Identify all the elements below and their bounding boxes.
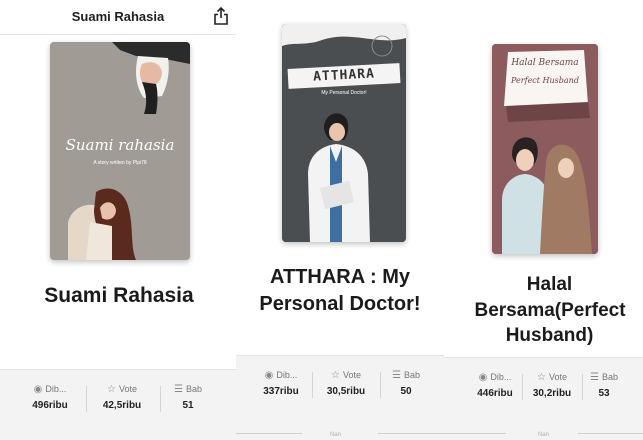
votes-value: 30,5ribu	[326, 386, 366, 397]
chapters-value: 51	[182, 400, 194, 411]
book-cover-3[interactable]: Halal Bersama Perfect Husband	[492, 44, 598, 254]
cover-title: Halal Bersama	[511, 58, 579, 68]
reads-value: 446ribu	[477, 388, 513, 399]
reads-value: 496ribu	[32, 400, 68, 411]
reads-value: 337ribu	[263, 386, 299, 397]
divider	[522, 374, 523, 400]
book-title-3[interactable]: Halal Bersama(Perfect Husband)	[444, 272, 643, 349]
book-panel-1: Suami Rahasia Suami rahasia A story writ…	[0, 0, 236, 440]
bottom-hint: Nan	[330, 432, 342, 438]
stat-reads-3: ◉ Dib... 446ribu	[472, 372, 518, 399]
book-title-2[interactable]: ATTHARA : My Personal Doctor!	[236, 264, 444, 318]
reads-label: Dib...	[45, 384, 67, 394]
top-bar: Suami Rahasia	[0, 0, 236, 35]
votes-label: Vote	[118, 384, 137, 394]
cover-subtitle: A story written by Plpi78	[93, 160, 147, 166]
cover-title: Suami rahasia	[65, 136, 175, 154]
chapters-value: 53	[598, 388, 610, 399]
star-icon: ☆	[331, 370, 340, 381]
stats-bar-2: ◉ Dib... 337ribu ☆ Vote 30,5ribu ☰ Bab 50 N…	[236, 355, 444, 440]
chapters-label: Bab	[601, 372, 618, 382]
stat-chapters-2: ☰ Bab 50	[382, 370, 430, 397]
book-cover-1[interactable]: Suami rahasia A story written by Plpi78	[50, 42, 190, 260]
chapters-value: 50	[400, 386, 412, 397]
stats-bar-1: ◉ Dib... 496ribu ☆ Vote 42,5ribu ☰ Bab 51	[0, 369, 236, 440]
chapters-label: Bab	[403, 370, 420, 380]
stat-reads-1: ◉ Dib... 496ribu	[20, 384, 80, 411]
list-icon: ☰	[174, 384, 183, 395]
bottom-hint: Nan	[538, 432, 550, 438]
bottom-divider	[236, 433, 302, 434]
cover-illustration	[282, 24, 406, 242]
divider	[380, 372, 381, 398]
votes-label: Vote	[342, 370, 361, 380]
list-icon: ☰	[590, 372, 599, 383]
book-panel-3: Halal Bersama Perfect Husband Halal Bers…	[444, 0, 643, 440]
votes-label: Vote	[548, 372, 567, 382]
book-title-text: Halal Bersama(Perfect Husband)	[474, 274, 626, 347]
divider	[86, 386, 87, 412]
votes-value: 42,5ribu	[102, 400, 142, 411]
divider	[160, 386, 161, 412]
bottom-divider	[378, 433, 444, 434]
bottom-divider	[444, 433, 506, 434]
stat-votes-3: ☆ Vote 30,2ribu	[524, 372, 580, 399]
cover-subtitle: My Personal Doctor!	[321, 90, 367, 96]
stat-reads-2: ◉ Dib... 337ribu	[254, 370, 308, 397]
eye-icon: ◉	[264, 370, 274, 381]
stat-votes-2: ☆ Vote 30,5ribu	[316, 370, 376, 397]
bottom-divider	[578, 433, 643, 434]
divider	[312, 372, 313, 398]
book-panel-2: ATTHARA My Personal Doctor! ATTHARA : My…	[236, 0, 444, 440]
divider	[582, 374, 583, 400]
book-title-1[interactable]: Suami Rahasia	[8, 282, 230, 310]
share-icon[interactable]	[212, 6, 230, 26]
chapters-label: Bab	[185, 384, 202, 394]
book-cover-2[interactable]: ATTHARA My Personal Doctor!	[282, 24, 406, 242]
star-icon: ☆	[537, 372, 546, 383]
header-title: Suami Rahasia	[71, 9, 165, 24]
list-icon: ☰	[392, 370, 401, 381]
eye-icon: ◉	[33, 384, 43, 395]
star-icon: ☆	[107, 384, 116, 395]
stat-chapters-1: ☰ Bab 51	[164, 384, 212, 411]
votes-value: 30,2ribu	[532, 388, 572, 399]
stat-chapters-3: ☰ Bab 53	[584, 372, 624, 399]
reads-label: Dib...	[490, 372, 512, 382]
eye-icon: ◉	[478, 372, 488, 383]
stat-votes-1: ☆ Vote 42,5ribu	[90, 384, 154, 411]
reads-label: Dib...	[276, 370, 298, 380]
stats-bar-3: ◉ Dib... 446ribu ☆ Vote 30,2ribu ☰ Bab 53 N…	[444, 357, 643, 440]
cover-subtitle: Perfect Husband	[511, 76, 579, 85]
